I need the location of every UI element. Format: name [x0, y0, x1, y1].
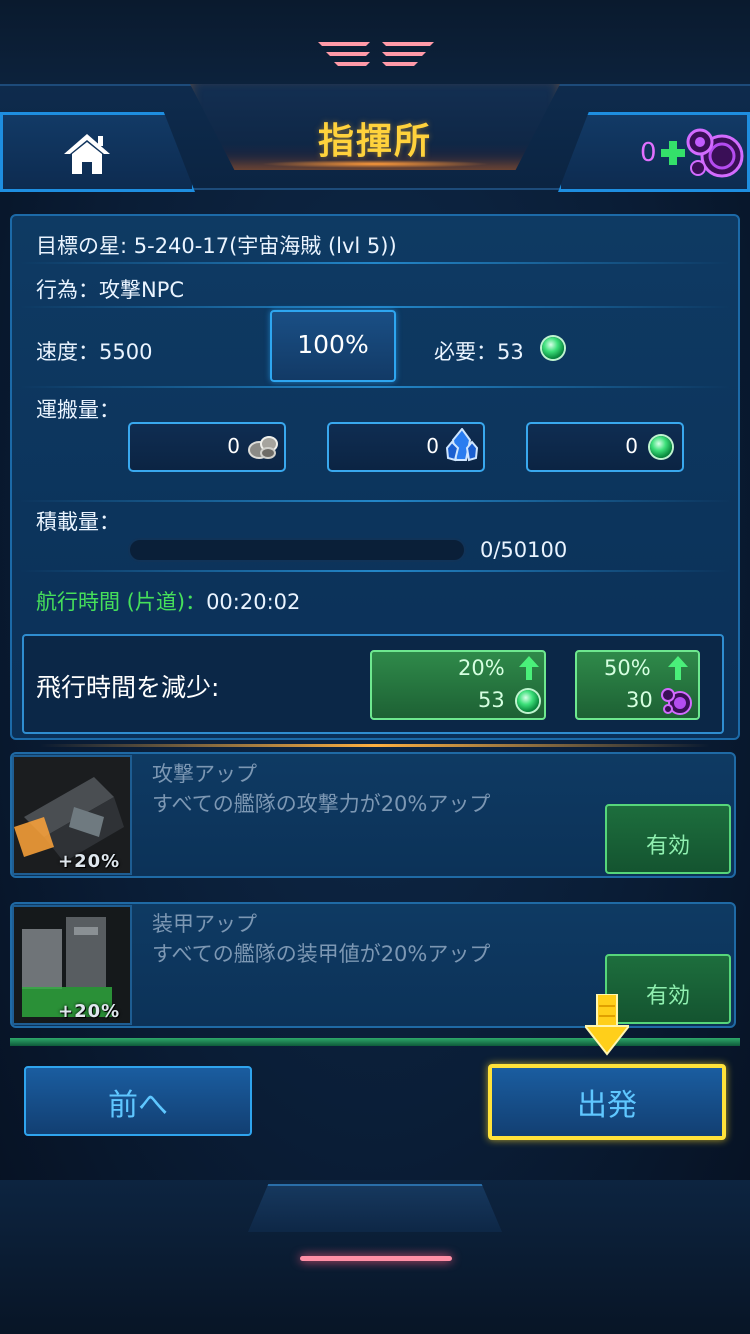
boost-20-cost: 53 — [478, 688, 505, 712]
plus-icon[interactable] — [660, 140, 686, 166]
boost-20-percent: 20% — [458, 656, 505, 680]
depart-button-label: 出発 — [577, 1088, 637, 1123]
armor-buff-image: +20% — [12, 905, 132, 1025]
divider — [20, 570, 730, 572]
green-strip — [10, 1038, 740, 1046]
flight-time-value: 00:20:02 — [206, 590, 301, 614]
crystal-icon — [446, 428, 478, 462]
armor-buff-title: 装甲アップ — [152, 912, 257, 936]
capacity-value: 0/50100 — [480, 538, 568, 562]
up-arrow-icon — [668, 656, 688, 680]
home-icon[interactable] — [62, 132, 112, 176]
bottom-plate — [248, 1184, 502, 1232]
purple-bubbles-icon — [686, 128, 744, 178]
armor-buff-badge: +20% — [58, 1001, 121, 1022]
attack-buff-title: 攻撃アップ — [152, 762, 257, 786]
attack-buff-image: +20% — [12, 755, 132, 875]
cargo-ore-value: 0 — [227, 434, 240, 458]
required-text: 必要：53 — [434, 340, 524, 364]
armor-buff-desc: すべての艦隊の装甲値が20%アップ — [152, 942, 491, 966]
cargo-label: 運搬量： — [36, 398, 120, 422]
attack-buff-badge: +20% — [58, 851, 121, 872]
boost-50-cost: 30 — [626, 688, 653, 712]
reduce-time-label: 飛行時間を減少: — [36, 673, 220, 702]
ore-icon — [248, 436, 278, 459]
down-arrow-icon — [585, 994, 629, 1056]
speed-text: 速度：5500 — [36, 340, 153, 364]
divider — [20, 500, 730, 502]
green-orb-icon — [517, 690, 539, 712]
divider — [20, 386, 730, 388]
menu-icon[interactable] — [318, 40, 434, 68]
divider — [20, 306, 730, 308]
green-orb-icon — [542, 337, 564, 359]
divider — [20, 262, 730, 264]
attack-buff-activate-label: 有効 — [645, 834, 690, 859]
target-planet-text: 目標の星: 5-240-17(宇宙海賊 (lvl 5)) — [36, 234, 397, 258]
up-arrow-icon — [519, 656, 539, 680]
separator-glow — [40, 744, 710, 747]
back-button-label: 前へ — [108, 1088, 168, 1123]
green-orb-icon — [650, 436, 672, 458]
purple-bubbles-icon — [661, 688, 692, 715]
capacity-label: 積載量： — [36, 510, 120, 534]
bottom-indicator — [300, 1256, 452, 1261]
boost-50-percent: 50% — [604, 656, 651, 680]
attack-buff-desc: すべての艦隊の攻撃力が20%アップ — [152, 792, 491, 816]
speed-percent-label: 100% — [297, 330, 369, 359]
cargo-orb-value: 0 — [625, 434, 638, 458]
action-text: 行為：攻撃NPC — [36, 278, 185, 302]
cargo-crystal-value: 0 — [426, 434, 439, 458]
flight-time-label: 航行時間 (片道)： — [36, 590, 207, 614]
page-title: 指揮所 — [317, 121, 432, 162]
premium-count: 0 — [640, 138, 657, 168]
flight-time: 航行時間 (片道)：00:20:02 — [36, 586, 300, 616]
capacity-progress-bar — [128, 538, 466, 562]
